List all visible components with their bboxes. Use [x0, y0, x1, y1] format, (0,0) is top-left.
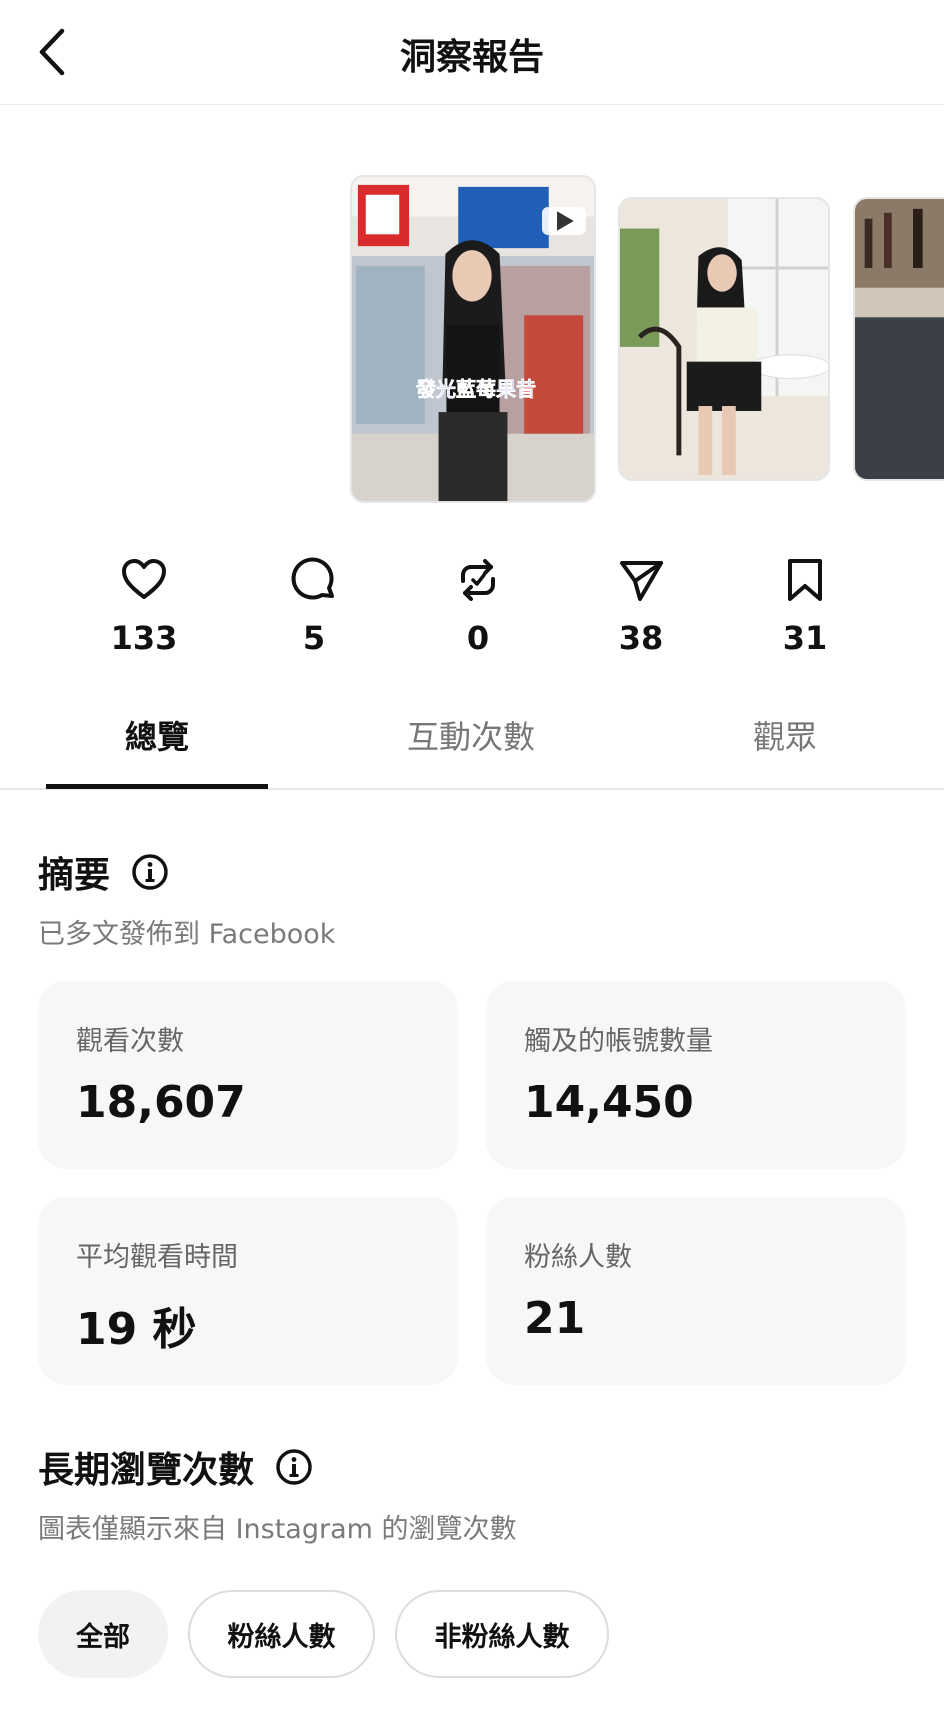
avg-watch-time-label: 平均觀看時間: [76, 1242, 238, 1273]
share-icon: [620, 561, 663, 601]
filter-non-followers[interactable]: 非粉絲人數: [395, 1590, 609, 1678]
summary-title: 摘要: [38, 855, 111, 896]
active-tab-indicator: [46, 784, 268, 789]
info-icon[interactable]: [130, 852, 170, 892]
saves-count: 31: [782, 619, 828, 657]
shares-stat: 38: [581, 555, 701, 657]
summary-heading: 摘要: [38, 846, 170, 898]
longterm-title: 長期瀏覽次數: [38, 1450, 255, 1491]
page-title: 洞察報告: [399, 37, 544, 78]
accounts-reached-value: 14,450: [524, 1077, 694, 1128]
comments-stat: 5: [254, 555, 374, 657]
likes-count: 133: [110, 619, 178, 657]
video-thumbnail-image: [855, 199, 944, 479]
reel-icon: [542, 207, 586, 235]
likes-stat: 133: [84, 555, 204, 657]
filter-all[interactable]: 全部: [38, 1590, 168, 1678]
heart-icon: [122, 559, 166, 599]
followers-card: 粉絲人數 21: [486, 1197, 906, 1385]
reposts-count: 0: [466, 619, 490, 657]
bookmark-icon: [788, 559, 822, 601]
video-thumbnail-image: [620, 199, 828, 479]
repost-icon: [461, 559, 495, 601]
avg-watch-time-card: 平均觀看時間 19 秒: [38, 1197, 458, 1385]
saves-stat: 31: [745, 555, 865, 657]
followers-value: 21: [524, 1293, 586, 1344]
tab-overview[interactable]: 總覽: [37, 712, 277, 758]
comment-icon: [291, 557, 334, 600]
accounts-reached-card: 觸及的帳號數量 14,450: [486, 981, 906, 1169]
avg-watch-time-value: 19 秒: [76, 1304, 197, 1355]
reposts-stat: 0: [418, 555, 538, 657]
shares-count: 38: [618, 619, 664, 657]
top-bar: 洞察報告: [0, 0, 944, 105]
accounts-reached-label: 觸及的帳號數量: [524, 1026, 713, 1057]
views-card: 觀看次數 18,607: [38, 981, 458, 1169]
longterm-subtitle: 圖表僅顯示來自 Instagram 的瀏覽次數: [38, 1514, 517, 1545]
views-label: 觀看次數: [76, 1026, 184, 1057]
engagement-stats: 133 5 0 38 31: [0, 555, 944, 675]
views-value: 18,607: [76, 1077, 246, 1128]
insight-tabs: 總覽 互動次數 觀眾: [0, 690, 944, 790]
comments-count: 5: [302, 619, 326, 657]
longterm-heading: 長期瀏覽次數: [38, 1441, 314, 1493]
media-thumbnail[interactable]: [618, 197, 830, 481]
tab-audience[interactable]: 觀眾: [665, 712, 905, 758]
info-icon[interactable]: [274, 1447, 314, 1487]
thumbnail-caption: 發光藍莓果昔: [416, 377, 537, 402]
summary-subtitle: 已多文發佈到 Facebook: [38, 919, 336, 950]
media-carousel[interactable]: 發光藍莓果昔: [0, 175, 944, 505]
tab-interactions[interactable]: 互動次數: [351, 712, 591, 758]
media-thumbnail[interactable]: [853, 197, 944, 481]
media-thumbnail-current[interactable]: 發光藍莓果昔: [350, 175, 596, 503]
followers-label: 粉絲人數: [524, 1242, 632, 1273]
filter-followers[interactable]: 粉絲人數: [188, 1590, 375, 1678]
